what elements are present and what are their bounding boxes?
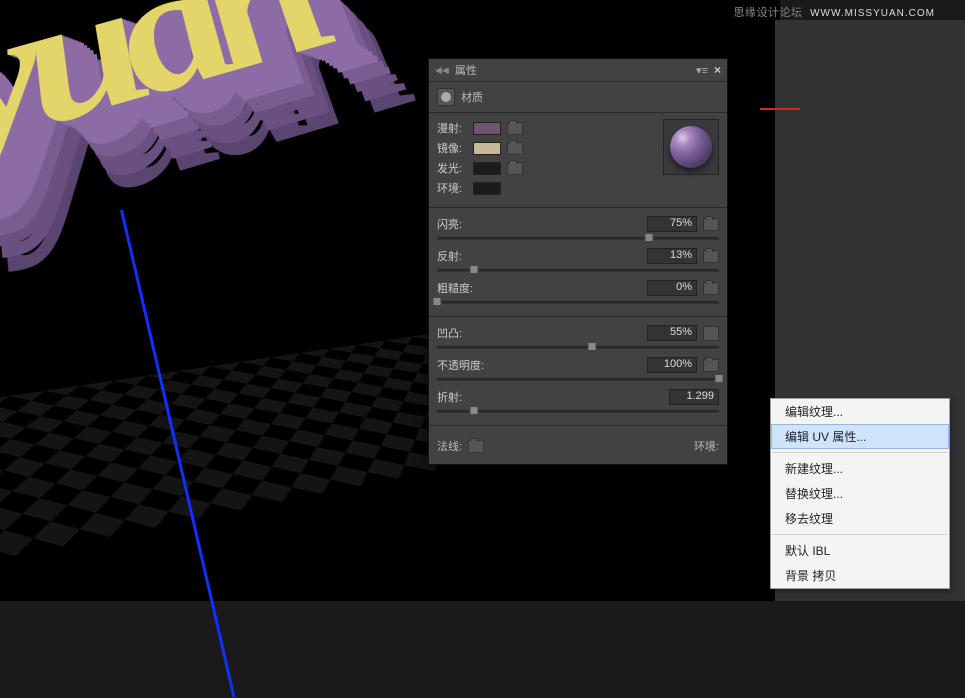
axis-x	[0, 104, 8, 253]
watermark: 思缘设计论坛 WWW.MISSYUAN.COM	[734, 4, 935, 20]
section-title: 材质	[461, 89, 483, 105]
diffuse-folder-icon[interactable]	[507, 122, 523, 135]
close-icon[interactable]: ×	[714, 63, 721, 77]
bump-value[interactable]: 55%	[647, 325, 697, 341]
menu-edit-uv-props[interactable]: 编辑 UV 属性...	[771, 424, 949, 449]
bump-doc-icon[interactable]	[703, 326, 719, 341]
glow-swatch[interactable]	[473, 162, 501, 175]
diffuse-swatch[interactable]	[473, 122, 501, 135]
shine-label: 闪亮:	[437, 216, 487, 232]
material-preview[interactable]	[663, 119, 719, 175]
glow-folder-icon[interactable]	[507, 162, 523, 175]
reflect-label: 反射:	[437, 248, 487, 264]
panel-menu-icon[interactable]: ▾≡	[696, 64, 708, 77]
opacity-folder-icon[interactable]	[703, 359, 719, 372]
shine-value[interactable]: 75%	[647, 216, 697, 232]
menu-bg-copy[interactable]: 背景 拷贝	[771, 563, 949, 588]
ambient-swatch[interactable]	[473, 182, 501, 195]
specular-swatch[interactable]	[473, 142, 501, 155]
menu-separator	[773, 534, 947, 535]
ambient-label: 环境:	[437, 180, 467, 196]
specular-label: 镜像:	[437, 140, 467, 156]
watermark-domain: WWW.MISSYUAN.COM	[810, 8, 935, 19]
menu-remove-texture[interactable]: 移去纹理	[771, 506, 949, 531]
menu-new-texture[interactable]: 新建纹理...	[771, 456, 949, 481]
panel-title: 属性	[455, 62, 477, 78]
env-label: 环境:	[694, 438, 719, 454]
preview-sphere-icon	[670, 126, 712, 168]
menu-separator	[773, 452, 947, 453]
watermark-text: 思缘设计论坛	[734, 7, 803, 19]
reflect-value[interactable]: 13%	[647, 248, 697, 264]
glow-label: 发光:	[437, 160, 467, 176]
rough-folder-icon[interactable]	[703, 282, 719, 295]
menu-edit-texture[interactable]: 编辑纹理...	[771, 399, 949, 424]
opacity-label: 不透明度:	[437, 357, 487, 373]
rough-label: 粗糙度:	[437, 280, 487, 296]
rough-slider[interactable]	[437, 296, 719, 308]
diffuse-label: 漫射:	[437, 120, 467, 136]
refract-value[interactable]: 1.299	[669, 389, 719, 405]
opacity-value[interactable]: 100%	[647, 357, 697, 373]
specular-row: 镜像:	[437, 139, 657, 157]
menu-default-ibl[interactable]: 默认 IBL	[771, 538, 949, 563]
collapse-icon[interactable]: ◀◀	[435, 65, 449, 76]
refract-slider[interactable]	[437, 405, 719, 417]
refract-label: 折射:	[437, 389, 487, 405]
shine-slider[interactable]	[437, 232, 719, 244]
bump-slider[interactable]	[437, 341, 719, 353]
reflect-folder-icon[interactable]	[703, 250, 719, 263]
reflect-slider[interactable]	[437, 264, 719, 276]
rough-value[interactable]: 0%	[647, 280, 697, 296]
opacity-slider[interactable]	[437, 373, 719, 385]
specular-folder-icon[interactable]	[507, 142, 523, 155]
panel-section-header: 材质	[429, 82, 727, 113]
context-menu[interactable]: 编辑纹理... 编辑 UV 属性... 新建纹理... 替换纹理... 移去纹理…	[770, 398, 950, 589]
bump-label: 凹凸:	[437, 325, 487, 341]
ambient-row: 环境:	[437, 179, 657, 197]
panel-header[interactable]: ◀◀ 属性 ▾≡ ×	[429, 59, 727, 82]
glow-row: 发光:	[437, 159, 657, 177]
normal-label: 法线:	[437, 438, 462, 454]
diffuse-row: 漫射:	[437, 119, 657, 137]
properties-panel[interactable]: ◀◀ 属性 ▾≡ × 材质 漫射: 镜像:	[428, 58, 728, 465]
shine-folder-icon[interactable]	[703, 218, 719, 231]
material-tab-icon[interactable]	[437, 88, 455, 106]
menu-replace-texture[interactable]: 替换纹理...	[771, 481, 949, 506]
axis-red-segment	[760, 108, 800, 110]
normal-folder-icon[interactable]	[468, 440, 484, 453]
3d-text-object[interactable]: ssyuan	[0, 0, 354, 239]
